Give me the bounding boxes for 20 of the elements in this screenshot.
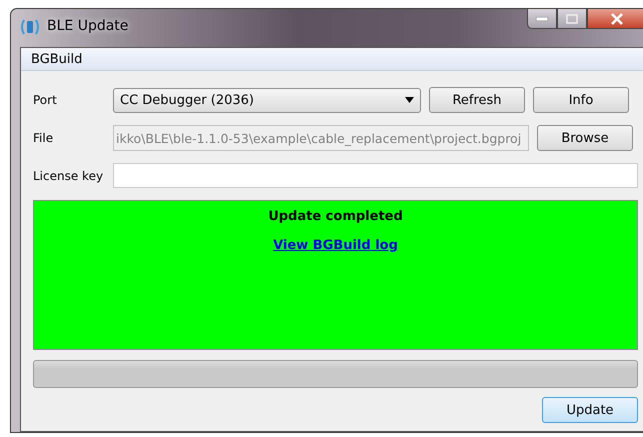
port-dropdown[interactable]: CC Debugger (2036): [113, 88, 421, 112]
minimize-icon: [536, 16, 548, 20]
info-button[interactable]: Info: [533, 87, 629, 113]
log-link[interactable]: View BGBuild log: [273, 238, 398, 253]
maximize-button[interactable]: [557, 9, 587, 29]
window-title: BLE Update: [47, 18, 128, 34]
file-label: File: [33, 131, 54, 145]
license-key-label: License key: [33, 168, 104, 182]
dropdown-arrow-icon: [405, 97, 414, 103]
refresh-button[interactable]: Refresh: [429, 87, 525, 113]
maximize-icon: [566, 14, 578, 24]
port-label: Port: [33, 93, 58, 107]
minimize-button[interactable]: [527, 9, 557, 29]
close-icon: [610, 12, 624, 24]
browse-button[interactable]: Browse: [537, 125, 633, 151]
status-message: Update completed: [268, 209, 403, 224]
menu-item[interactable]: BGBuild: [31, 52, 82, 66]
update-button[interactable]: Update: [542, 397, 638, 423]
close-button[interactable]: [587, 9, 643, 29]
license-key-field[interactable]: [113, 163, 638, 188]
